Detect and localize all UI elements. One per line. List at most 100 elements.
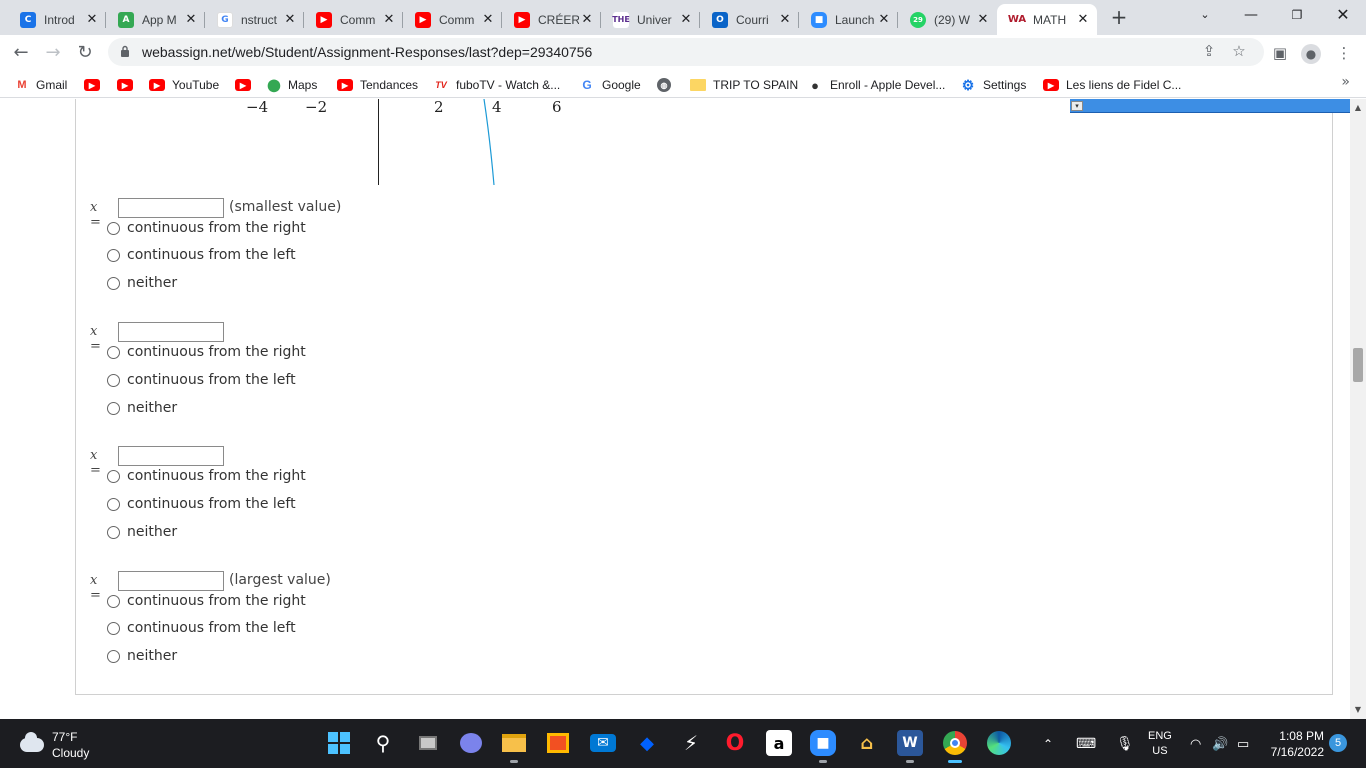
- bookmark-folder-trip[interactable]: TRIP TO SPAIN: [690, 76, 798, 94]
- task-view-icon[interactable]: [415, 730, 441, 756]
- radio-continuous-right[interactable]: continuous from the right: [107, 466, 306, 486]
- radio-continuous-left[interactable]: continuous from the left: [107, 370, 296, 390]
- close-tab-icon[interactable]: ✕: [876, 12, 892, 27]
- browser-tab[interactable]: O Courri ✕: [700, 4, 799, 35]
- browser-tab[interactable]: C Introd ✕: [8, 4, 106, 35]
- bookmark-youtube[interactable]: ▶: [117, 76, 140, 94]
- bookmark-youtube-label[interactable]: ▶ YouTube: [149, 76, 219, 94]
- edge-icon[interactable]: [986, 730, 1012, 756]
- reload-icon[interactable]: ↻: [72, 40, 98, 66]
- amazon-icon[interactable]: a: [766, 730, 792, 756]
- app-bolt-icon[interactable]: ⚡: [678, 730, 704, 756]
- radio-button[interactable]: [107, 594, 120, 608]
- bookmark-star-icon[interactable]: ☆: [1228, 42, 1250, 62]
- radio-continuous-left[interactable]: continuous from the left: [107, 245, 296, 265]
- mail-icon[interactable]: ✉: [590, 734, 616, 752]
- x-value-input[interactable]: [118, 571, 224, 591]
- graph-tool-bar[interactable]: ▾: [1070, 99, 1350, 113]
- notification-count-badge[interactable]: 5: [1329, 734, 1347, 752]
- bookmark-maps[interactable]: ⬤ Maps: [267, 76, 317, 94]
- radio-button[interactable]: [107, 469, 120, 483]
- minimize-icon[interactable]: —: [1228, 0, 1274, 30]
- radio-continuous-left[interactable]: continuous from the left: [107, 494, 296, 514]
- language-indicator[interactable]: ENG US: [1148, 719, 1172, 768]
- browser-tab[interactable]: ▶ CRÉER ✕: [502, 4, 601, 35]
- close-tab-icon[interactable]: ✕: [282, 12, 298, 27]
- browser-tab[interactable]: 29 (29) W ✕: [898, 4, 997, 35]
- radio-button[interactable]: [107, 649, 120, 663]
- bookmark-fubotv[interactable]: TV fuboTV - Watch &...: [433, 76, 560, 94]
- weather-widget[interactable]: 77°F Cloudy: [20, 729, 89, 761]
- close-window-icon[interactable]: ✕: [1320, 0, 1366, 30]
- battery-icon[interactable]: ▭: [1237, 719, 1249, 768]
- browser-tab-active[interactable]: WA MATH ✕: [997, 4, 1097, 35]
- new-tab-button[interactable]: +: [1108, 6, 1130, 28]
- microphone-icon[interactable]: 🎙: [1116, 719, 1134, 768]
- scroll-up-arrow-icon[interactable]: ▲: [1350, 101, 1366, 115]
- x-value-input[interactable]: [118, 322, 224, 342]
- dropbox-icon[interactable]: ◆: [634, 730, 660, 756]
- radio-neither[interactable]: neither: [107, 273, 177, 293]
- radio-continuous-right[interactable]: continuous from the right: [107, 218, 306, 238]
- browser-tab[interactable]: ▶ Comm ✕: [304, 4, 403, 35]
- windows-start-icon[interactable]: [326, 730, 352, 756]
- dropdown-arrow-icon[interactable]: ▾: [1071, 101, 1083, 111]
- home-icon[interactable]: ⌂: [854, 730, 880, 756]
- x-value-input[interactable]: [118, 446, 224, 466]
- bookmark-fidel[interactable]: ▶ Les liens de Fidel C...: [1043, 76, 1181, 94]
- chrome-icon[interactable]: [942, 730, 968, 763]
- browser-tab[interactable]: THE Univer ✕: [601, 4, 700, 35]
- browser-tab[interactable]: ■ Launch ✕: [799, 4, 898, 35]
- search-icon[interactable]: ⚲: [370, 730, 396, 756]
- word-icon[interactable]: W: [897, 730, 923, 763]
- radio-button[interactable]: [107, 525, 120, 539]
- radio-continuous-right[interactable]: continuous from the right: [107, 591, 306, 611]
- radio-neither[interactable]: neither: [107, 398, 177, 418]
- radio-continuous-left[interactable]: continuous from the left: [107, 618, 296, 638]
- back-icon[interactable]: ←: [8, 40, 34, 66]
- microsoft-store-icon[interactable]: [545, 730, 571, 756]
- share-icon[interactable]: ⇪: [1198, 42, 1220, 62]
- browser-tab[interactable]: ▶ Comm ✕: [403, 4, 502, 35]
- volume-icon[interactable]: 🔊: [1212, 719, 1228, 768]
- wifi-icon[interactable]: ◠: [1190, 719, 1201, 768]
- bookmark-google[interactable]: G Google: [579, 76, 641, 94]
- bookmark-apple[interactable]: ● Enroll - Apple Devel...: [807, 76, 945, 94]
- radio-button[interactable]: [107, 248, 120, 262]
- bookmark-tendances[interactable]: ▶ Tendances: [337, 76, 418, 94]
- close-tab-icon[interactable]: ✕: [975, 12, 991, 27]
- close-tab-icon[interactable]: ✕: [183, 12, 199, 27]
- bookmark-youtube[interactable]: ▶: [235, 76, 258, 94]
- page-scrollbar[interactable]: ▲ ▼: [1350, 99, 1366, 719]
- radio-neither[interactable]: neither: [107, 646, 177, 666]
- scrollbar-thumb[interactable]: [1353, 348, 1363, 382]
- close-tab-icon[interactable]: ✕: [777, 12, 793, 27]
- address-bar[interactable]: webassign.net/web/Student/Assignment-Res…: [108, 38, 1264, 66]
- browser-tab[interactable]: G nstruct ✕: [205, 4, 304, 35]
- side-panel-icon[interactable]: ▣: [1268, 41, 1292, 65]
- close-tab-icon[interactable]: ✕: [84, 12, 100, 27]
- close-tab-icon[interactable]: ✕: [678, 12, 694, 27]
- radio-button[interactable]: [107, 373, 120, 387]
- radio-button[interactable]: [107, 345, 120, 359]
- forward-icon[interactable]: →: [40, 40, 66, 66]
- show-hidden-icons[interactable]: ⌃: [1043, 719, 1053, 768]
- file-explorer-icon[interactable]: [501, 730, 527, 763]
- bookmark-youtube[interactable]: ▶: [84, 76, 107, 94]
- scroll-down-arrow-icon[interactable]: ▼: [1350, 703, 1366, 717]
- browser-tab[interactable]: A App M ✕: [106, 4, 205, 35]
- radio-button[interactable]: [107, 221, 120, 235]
- keyboard-icon[interactable]: ⌨: [1076, 719, 1096, 768]
- radio-button[interactable]: [107, 276, 120, 290]
- teams-chat-icon[interactable]: [458, 730, 484, 756]
- tab-search-icon[interactable]: ⌄: [1182, 0, 1228, 30]
- bookmark-globe[interactable]: ◍: [657, 76, 678, 94]
- radio-neither[interactable]: neither: [107, 522, 177, 542]
- close-tab-icon[interactable]: ✕: [480, 12, 496, 27]
- menu-kebab-icon[interactable]: ⋮: [1332, 41, 1356, 65]
- zoom-icon[interactable]: ■: [810, 730, 836, 763]
- more-bookmarks-icon[interactable]: »: [1341, 74, 1350, 90]
- bookmark-settings[interactable]: ⚙ Settings: [960, 76, 1026, 94]
- radio-button[interactable]: [107, 621, 120, 635]
- restore-icon[interactable]: ❐: [1274, 0, 1320, 30]
